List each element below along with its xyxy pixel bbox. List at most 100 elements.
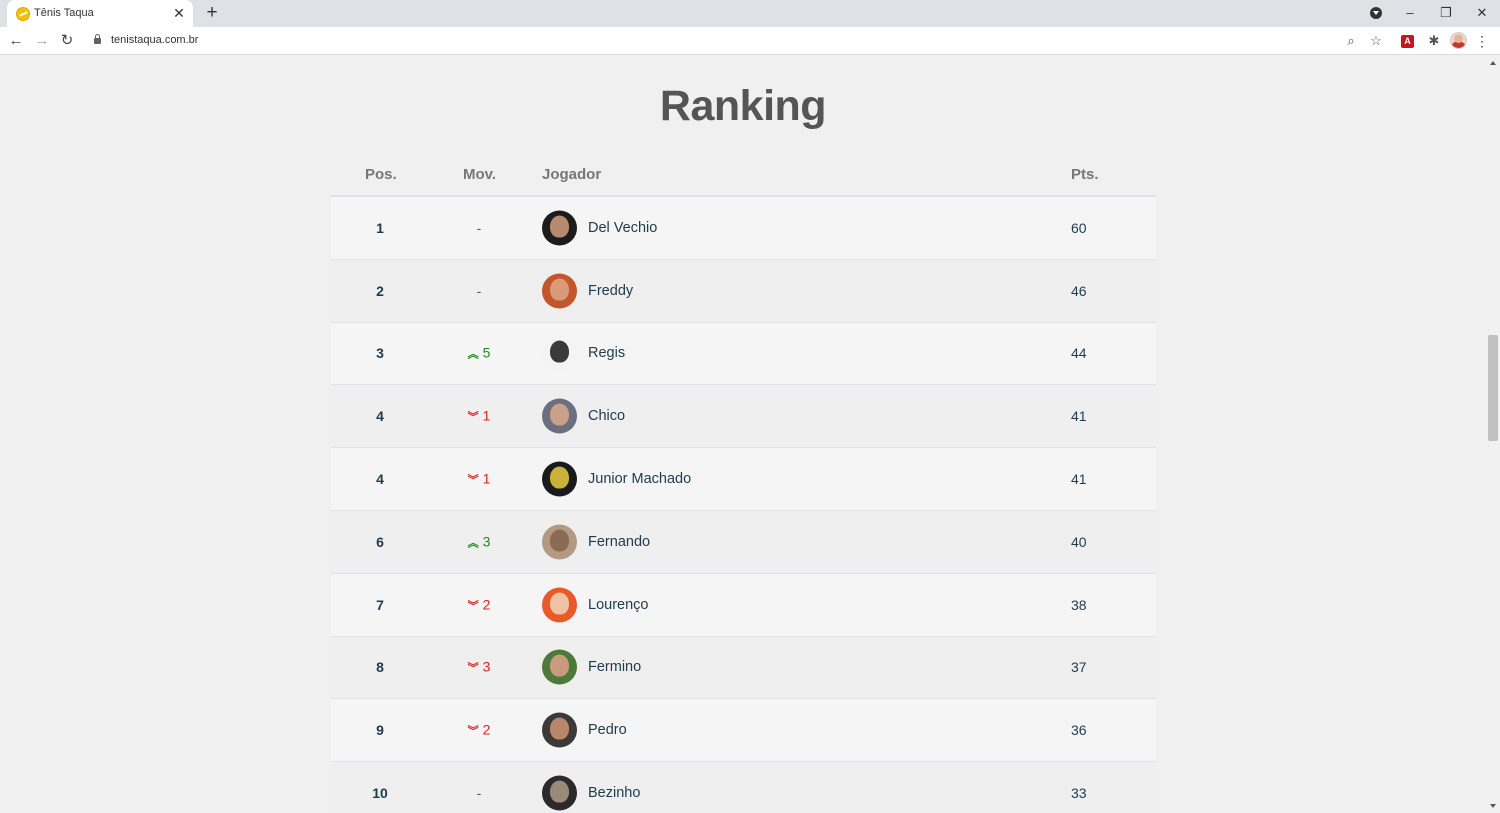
bookmark-star-icon[interactable]: ☆ bbox=[1366, 31, 1386, 51]
player-photo bbox=[550, 466, 569, 489]
player-points: 40 bbox=[1071, 533, 1087, 550]
double-chevron-down-icon: ︾ bbox=[467, 662, 479, 675]
profile-avatar-icon[interactable] bbox=[1450, 32, 1467, 49]
scrollbar[interactable] bbox=[1486, 56, 1500, 813]
player-avatar[interactable] bbox=[542, 210, 577, 246]
zoom-icon[interactable]: ⌕ bbox=[1341, 31, 1361, 51]
rank-movement: ︾ 1 bbox=[429, 471, 529, 488]
rank-position: 2 bbox=[376, 282, 384, 299]
rank-position: 6 bbox=[376, 533, 384, 550]
player-name-link[interactable]: Fernando bbox=[588, 534, 650, 550]
tab-search-icon[interactable] bbox=[1370, 7, 1382, 19]
player-photo bbox=[550, 403, 569, 426]
player-photo bbox=[550, 340, 569, 363]
table-row: 10 - Bezinho 33 bbox=[331, 762, 1156, 813]
player-name-link[interactable]: Fermino bbox=[588, 659, 641, 675]
table-header: Pos. Mov. Jogador Pts. bbox=[331, 156, 1156, 197]
lock-icon[interactable] bbox=[94, 34, 101, 44]
browser-tabstrip: Tênis Taqua ✕ + – ❐ ✕ bbox=[0, 0, 1500, 27]
browser-tab[interactable]: Tênis Taqua ✕ bbox=[7, 0, 193, 27]
minimize-button[interactable]: – bbox=[1399, 3, 1421, 23]
player-points: 41 bbox=[1071, 471, 1087, 488]
page-viewport: Ranking Pos. Mov. Jogador Pts. 1 - Del Vec… bbox=[0, 56, 1486, 813]
double-chevron-up-icon: ︽ bbox=[467, 348, 479, 361]
player-name-link[interactable]: Del Vechio bbox=[588, 220, 657, 236]
page-title: Ranking bbox=[659, 82, 827, 130]
player-points: 46 bbox=[1071, 282, 1087, 299]
rank-movement: ︾ 3 bbox=[429, 659, 529, 676]
player-name-link[interactable]: Pedro bbox=[588, 722, 627, 738]
player-points: 38 bbox=[1071, 596, 1087, 613]
table-row: 1 - Del Vechio 60 bbox=[331, 197, 1156, 260]
player-photo bbox=[550, 717, 569, 740]
player-name-link[interactable]: Chico bbox=[588, 408, 625, 424]
player-avatar[interactable] bbox=[542, 273, 577, 309]
player-name-link[interactable]: Bezinho bbox=[588, 785, 640, 801]
player-name-link[interactable]: Lourenço bbox=[588, 597, 648, 613]
rank-movement: ︾ 2 bbox=[429, 596, 529, 613]
movement-value: - bbox=[476, 785, 482, 802]
player-points: 37 bbox=[1071, 659, 1087, 676]
table-row: 8 ︾ 3 Fermino 37 bbox=[331, 636, 1156, 700]
table-row: 7 ︾ 2 Lourenço 38 bbox=[331, 573, 1156, 637]
forward-arrow-icon[interactable]: → bbox=[32, 31, 52, 51]
player-photo bbox=[550, 592, 569, 615]
player-avatar[interactable] bbox=[542, 775, 577, 811]
player-avatar[interactable] bbox=[542, 587, 577, 623]
rank-position: 3 bbox=[376, 345, 384, 362]
table-row: 4 ︾ 1 Junior Machado 41 bbox=[331, 448, 1156, 511]
player-avatar[interactable] bbox=[542, 712, 577, 748]
player-name-link[interactable]: Junior Machado bbox=[588, 471, 691, 487]
scroll-down-arrow-icon[interactable] bbox=[1490, 804, 1496, 808]
browser-menu-icon[interactable]: ⋮ bbox=[1474, 32, 1490, 50]
column-header-mov: Mov. bbox=[463, 166, 497, 183]
player-avatar[interactable] bbox=[542, 398, 577, 434]
double-chevron-down-icon: ︾ bbox=[467, 600, 479, 613]
tab-close-button[interactable]: ✕ bbox=[171, 5, 187, 21]
scroll-up-arrow-icon[interactable] bbox=[1490, 61, 1496, 65]
player-photo bbox=[550, 215, 569, 238]
table-row: 9 ︾ 2 Pedro 36 bbox=[331, 699, 1156, 763]
address-bar[interactable]: tenistaqua.com.br bbox=[85, 30, 1390, 52]
movement-value: 3 bbox=[482, 658, 491, 675]
player-points: 41 bbox=[1071, 408, 1087, 425]
player-avatar[interactable] bbox=[542, 335, 577, 371]
rank-position: 9 bbox=[376, 722, 384, 739]
extensions-puzzle-icon[interactable]: ✱ bbox=[1426, 33, 1442, 49]
rank-movement: ︾ 2 bbox=[429, 722, 529, 739]
player-name-link[interactable]: Regis bbox=[588, 345, 625, 361]
movement-value: 1 bbox=[482, 470, 491, 487]
pdf-extension-icon[interactable]: A bbox=[1401, 35, 1414, 48]
player-photo bbox=[550, 654, 569, 677]
reload-icon[interactable]: ↻ bbox=[57, 31, 77, 51]
player-name-link[interactable]: Freddy bbox=[588, 283, 633, 299]
column-header-pts: Pts. bbox=[1071, 166, 1099, 183]
player-avatar[interactable] bbox=[542, 649, 577, 685]
new-tab-button[interactable]: + bbox=[202, 3, 222, 23]
close-window-button[interactable]: ✕ bbox=[1471, 3, 1493, 23]
player-avatar[interactable] bbox=[542, 461, 577, 497]
column-header-pos: Pos. bbox=[365, 166, 397, 183]
tennis-ball-icon bbox=[16, 7, 30, 21]
player-photo bbox=[550, 529, 569, 552]
back-arrow-icon[interactable]: ← bbox=[6, 31, 26, 51]
double-chevron-up-icon: ︽ bbox=[467, 537, 479, 550]
rank-position: 8 bbox=[376, 659, 384, 676]
player-photo bbox=[550, 278, 569, 301]
table-row: 2 - Freddy 46 bbox=[331, 259, 1156, 323]
rank-movement: - bbox=[429, 283, 529, 299]
rank-movement: - bbox=[429, 785, 529, 801]
movement-value: 5 bbox=[482, 344, 491, 361]
movement-value: 2 bbox=[482, 596, 491, 613]
restore-button[interactable]: ❐ bbox=[1435, 3, 1457, 23]
url-text[interactable]: tenistaqua.com.br bbox=[111, 34, 198, 46]
player-avatar[interactable] bbox=[542, 524, 577, 560]
movement-value: 3 bbox=[482, 533, 491, 550]
scroll-thumb[interactable] bbox=[1488, 335, 1498, 441]
player-points: 36 bbox=[1071, 722, 1087, 739]
rank-movement: ︾ 1 bbox=[429, 408, 529, 425]
rank-position: 10 bbox=[372, 785, 388, 802]
rank-movement: ︽ 5 bbox=[429, 345, 529, 362]
movement-value: - bbox=[476, 282, 482, 299]
rank-position: 4 bbox=[376, 471, 384, 488]
